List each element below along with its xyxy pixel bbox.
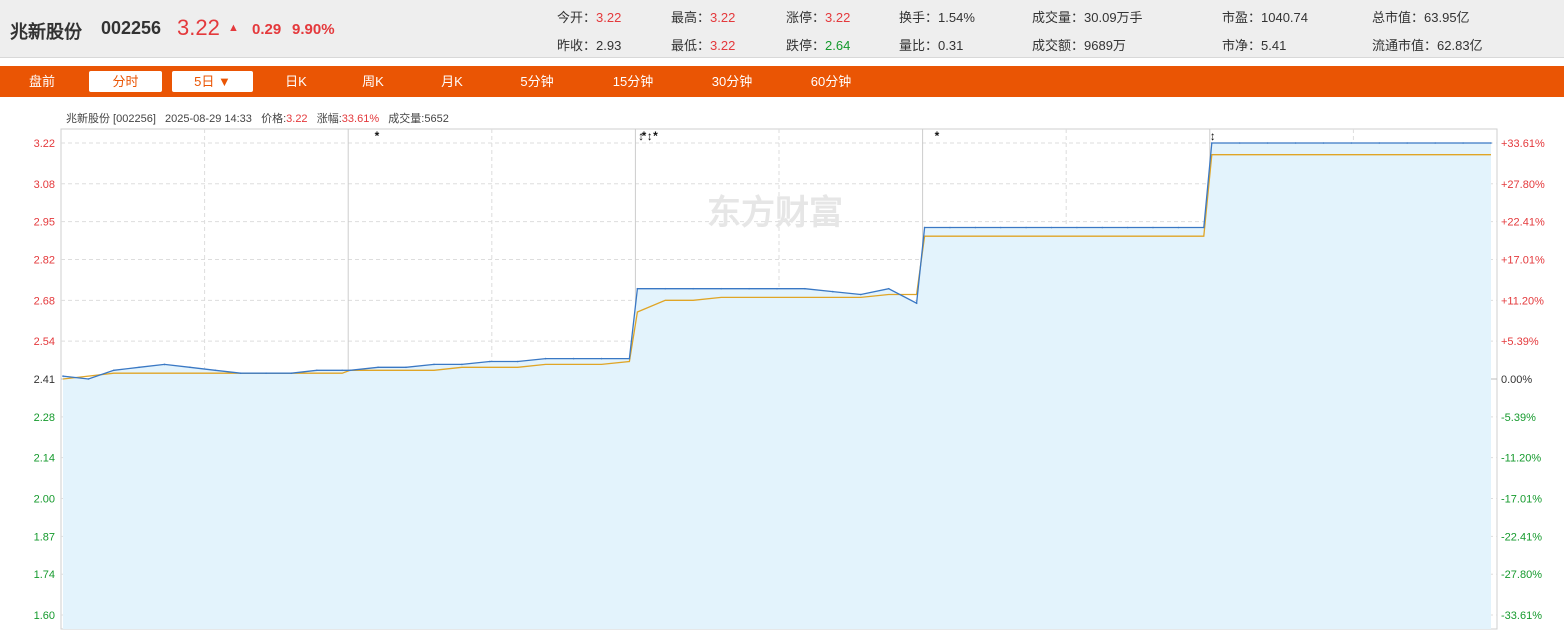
price-point [239, 372, 242, 375]
price-point [138, 366, 140, 369]
intraday-5day-chart[interactable]: 3.22 +33.61% 3.08 +27.80% 2.95 +22.41% 2.82 +17… [0, 0, 1564, 635]
price-point [572, 357, 575, 360]
price-point [860, 293, 862, 296]
y-tick-label-right: -27.80% [1501, 569, 1542, 581]
price-point [377, 366, 379, 369]
price-point [720, 287, 722, 290]
price-point [214, 369, 217, 372]
event-marker: ↕ [647, 129, 653, 143]
price-point [832, 290, 834, 293]
event-marker: * [653, 129, 658, 143]
y-tick-label-left: 2.14 [34, 453, 55, 465]
event-marker: ↕ [1210, 129, 1216, 143]
y-tick-label-right: -5.39% [1501, 412, 1536, 424]
price-point [1462, 142, 1464, 144]
y-tick-label-left: 3.08 [34, 179, 55, 191]
price-point [1490, 142, 1492, 144]
price-point [1050, 226, 1053, 229]
price-point [1101, 226, 1104, 229]
y-tick-label-right: +22.41% [1501, 217, 1545, 229]
price-point [1238, 142, 1241, 144]
price-point [113, 369, 115, 372]
price-point [316, 369, 318, 372]
price-point [405, 366, 407, 369]
price-point [1266, 142, 1269, 144]
y-tick-label-right: +17.01% [1501, 255, 1545, 267]
price-point [692, 287, 694, 290]
event-marker: * [935, 129, 940, 143]
price-point [189, 366, 191, 369]
price-point [1378, 142, 1381, 144]
price-point [489, 360, 491, 363]
y-tick-label-left: 1.60 [34, 610, 55, 622]
y-tick-label-right: +11.20% [1501, 295, 1544, 307]
y-tick-label-left: 2.82 [34, 255, 55, 267]
y-tick-label-right: +5.39% [1501, 336, 1539, 348]
price-point [974, 226, 977, 229]
y-tick-label-right: -33.61% [1501, 610, 1542, 622]
price-point [628, 357, 631, 360]
price-point [163, 363, 166, 366]
y-tick-label-right: 0.00% [1501, 374, 1532, 386]
y-tick-label-left: 2.00 [34, 493, 55, 505]
price-point [1322, 142, 1325, 144]
price-point [1434, 142, 1436, 144]
y-tick-label-right: -17.01% [1501, 493, 1542, 505]
y-tick-label-left: 2.28 [34, 412, 55, 424]
price-point [1177, 226, 1180, 229]
price-point [804, 287, 806, 290]
y-tick-label-right: +33.61% [1501, 138, 1545, 150]
price-point [290, 372, 293, 375]
price-point [664, 287, 667, 290]
price-point [1406, 142, 1408, 144]
y-tick-label-left: 3.22 [34, 138, 55, 150]
price-point [915, 302, 918, 305]
price-point [62, 375, 64, 377]
y-tick-label-left: 2.68 [34, 295, 55, 307]
price-point [949, 226, 951, 229]
y-tick-label-left: 1.87 [34, 531, 55, 543]
price-point [544, 357, 547, 360]
price-point [748, 287, 750, 290]
price-point [999, 226, 1002, 229]
event-marker: * [375, 129, 380, 143]
price-point [341, 369, 344, 372]
price-point [1152, 226, 1154, 229]
price-point [923, 226, 926, 229]
price-point [1294, 142, 1297, 144]
price-point [1203, 226, 1205, 229]
price-point [776, 287, 778, 290]
price-point [636, 287, 639, 290]
y-tick-label-left: 2.41 [34, 374, 55, 386]
y-tick-label-left: 1.74 [34, 569, 55, 581]
y-tick-label-right: -11.20% [1501, 453, 1541, 465]
price-point [1126, 226, 1129, 229]
price-point [1025, 226, 1027, 229]
price-point [1076, 226, 1078, 229]
price-point [516, 360, 519, 363]
price-point [887, 287, 890, 290]
y-tick-label-left: 2.54 [34, 336, 55, 348]
price-point [433, 363, 435, 366]
price-point [461, 363, 463, 366]
y-tick-label-right: -22.41% [1501, 531, 1542, 543]
price-point [600, 357, 603, 360]
price-point [1350, 142, 1353, 144]
y-tick-label-right: +27.80% [1501, 179, 1545, 191]
price-point [87, 378, 90, 380]
watermark-logo: 东方财富 [707, 193, 843, 233]
price-point [349, 369, 352, 372]
y-tick-label-left: 2.95 [34, 217, 55, 229]
price-point [265, 372, 267, 375]
